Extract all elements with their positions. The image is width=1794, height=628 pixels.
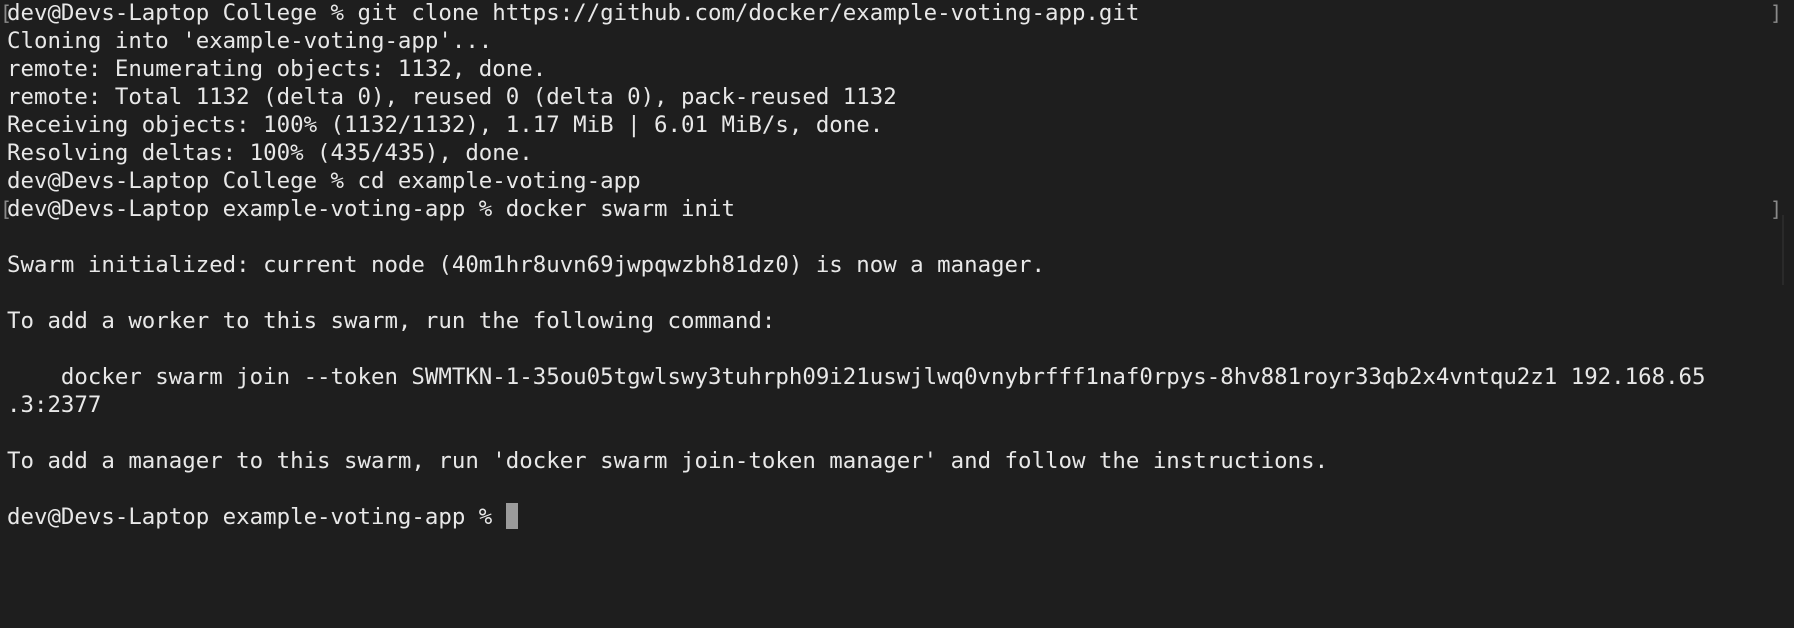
terminal-line-output: Cloning into 'example-voting-app'... xyxy=(7,28,493,54)
terminal-line-active-prompt[interactable]: dev@Devs-Laptop example-voting-app % xyxy=(7,503,1794,531)
terminal-line-prompt: dev@Devs-Laptop example-voting-app % doc… xyxy=(7,196,735,222)
terminal-line-join-command-wrap: .3:2377 xyxy=(7,392,102,418)
terminal-line-output: remote: Total 1132 (delta 0), reused 0 (… xyxy=(7,84,897,110)
mark-bracket-left: [ xyxy=(0,1,13,25)
terminal-line-output: Resolving deltas: 100% (435/435), done. xyxy=(7,140,533,166)
scrollbar[interactable] xyxy=(1782,215,1784,285)
terminal-window[interactable]: [ ] [ ] dev@Devs-Laptop College % git cl… xyxy=(0,0,1794,628)
mark-bracket-right: ] xyxy=(1770,1,1783,25)
mark-bracket-right: ] xyxy=(1770,197,1783,221)
terminal-line-prompt: dev@Devs-Laptop College % cd example-vot… xyxy=(7,168,641,194)
active-prompt-text: dev@Devs-Laptop example-voting-app % xyxy=(7,504,506,530)
terminal-line-output: remote: Enumerating objects: 1132, done. xyxy=(7,56,547,82)
terminal-line-output: Swarm initialized: current node (40m1hr8… xyxy=(7,252,1045,278)
terminal-line-output: Receiving objects: 100% (1132/1132), 1.1… xyxy=(7,112,884,138)
text-cursor xyxy=(505,503,518,529)
terminal-line-output: To add a worker to this swarm, run the f… xyxy=(7,308,776,334)
mark-bracket-left: [ xyxy=(0,197,13,221)
terminal-line-output: To add a manager to this swarm, run 'doc… xyxy=(7,448,1329,474)
terminal-line-join-command: docker swarm join --token SWMTKN-1-35ou0… xyxy=(7,364,1706,390)
terminal-line-prompt: dev@Devs-Laptop College % git clone http… xyxy=(7,0,1140,26)
